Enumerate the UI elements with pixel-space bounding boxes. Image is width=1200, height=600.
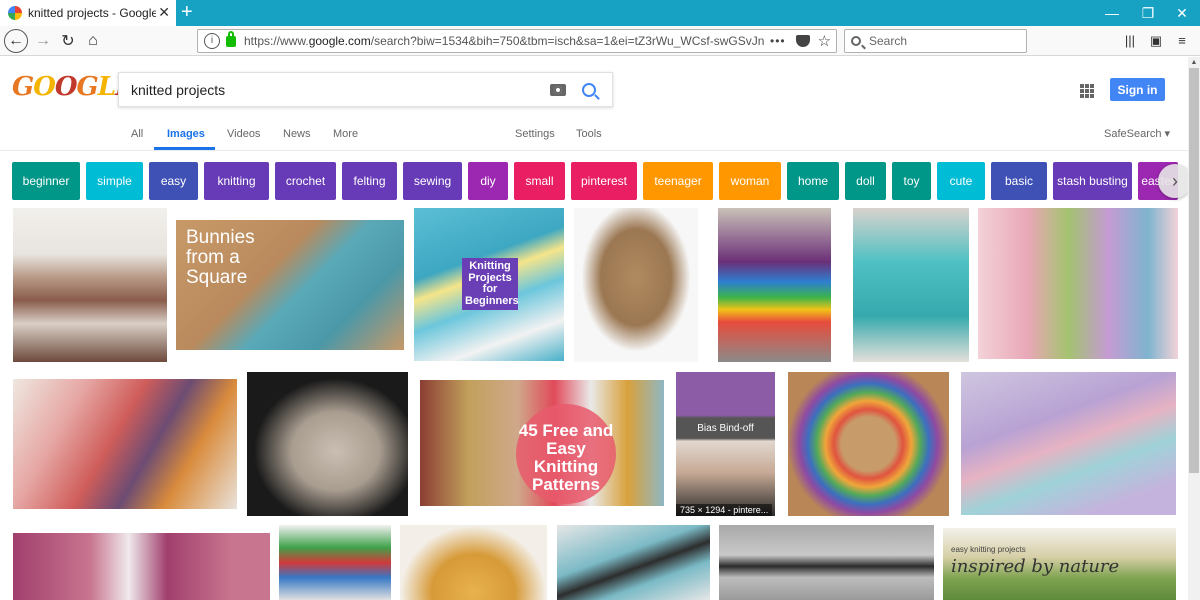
related-search-chip[interactable]: diy (468, 162, 508, 200)
related-search-chip[interactable]: felting (342, 162, 397, 200)
browser-tab[interactable]: knitted projects - Google Search ✕ (0, 0, 176, 26)
reload-button[interactable]: ↻ (57, 30, 79, 52)
address-bar[interactable]: i https://www.google.com/search?biw=1534… (197, 29, 837, 53)
tools-link[interactable]: Tools (576, 128, 602, 140)
search-input[interactable]: knitted projects (118, 72, 613, 107)
apps-grid-icon[interactable] (1080, 84, 1094, 98)
pocket-icon[interactable] (795, 35, 810, 47)
sign-in-button[interactable]: Sign in (1110, 78, 1165, 101)
close-window-icon[interactable]: ✕ (1160, 0, 1200, 26)
related-searches-bar: beginner simple easy knitting crochet felting… (12, 162, 1184, 200)
search-query[interactable]: knitted projects (131, 82, 550, 98)
image-result[interactable] (978, 208, 1178, 359)
close-tab-icon[interactable]: ✕ (158, 4, 170, 21)
library-icon[interactable]: ||| (1122, 33, 1138, 49)
chevron-right-icon[interactable]: › (1158, 164, 1192, 198)
search-icon (851, 36, 861, 46)
image-result[interactable]: easy knitting projects inspired by natur… (943, 528, 1176, 600)
thumb-caption: easy knitting projects (951, 545, 1026, 554)
related-search-chip[interactable]: sewing (403, 162, 462, 200)
image-result[interactable]: Bias Bind-off (676, 372, 775, 516)
related-search-chip[interactable]: small (514, 162, 565, 200)
image-dimensions-badge: 735 × 1294 - pintere... (676, 504, 773, 516)
image-result[interactable] (400, 525, 547, 600)
image-result[interactable] (574, 208, 698, 362)
home-button[interactable]: ⌂ (82, 30, 104, 52)
related-search-chip[interactable]: cute (937, 162, 985, 200)
url-text[interactable]: https://www.google.com/search?biw=1534&b… (244, 34, 764, 48)
search-placeholder: Search (869, 34, 908, 48)
thumb-caption: Bias Bind-off (697, 423, 754, 434)
related-search-chip[interactable]: woman (719, 162, 781, 200)
tab-more[interactable]: More (333, 128, 358, 140)
navigation-toolbar: ← → ↻ ⌂ i https://www.google.com/search?… (0, 26, 1200, 56)
tab-all[interactable]: All (131, 128, 143, 140)
related-search-chip[interactable]: stash busting (1053, 162, 1132, 200)
page-actions-icon[interactable]: ••• (770, 34, 786, 48)
tab-videos[interactable]: Videos (227, 128, 260, 140)
related-search-chip[interactable]: crochet (275, 162, 336, 200)
new-tab-button[interactable]: + (181, 2, 193, 22)
related-search-chip[interactable]: teenager (643, 162, 713, 200)
related-search-chip[interactable]: simple (86, 162, 143, 200)
related-search-chip[interactable]: home (787, 162, 839, 200)
safesearch-dropdown[interactable]: SafeSearch ▾ (1104, 127, 1170, 140)
image-result[interactable] (13, 533, 270, 600)
camera-icon[interactable] (550, 83, 566, 96)
image-result[interactable] (719, 525, 934, 600)
thumb-caption: 45 Free and Easy Knitting Patterns (516, 404, 616, 504)
back-button[interactable]: ← (4, 29, 28, 53)
image-result[interactable] (279, 525, 391, 600)
lock-icon (226, 30, 236, 47)
image-result[interactable]: 45 Free and Easy Knitting Patterns (420, 380, 664, 506)
thumb-caption: Knitting Projects for Beginners (462, 258, 519, 311)
image-result[interactable]: Bunnies from a Square (176, 220, 404, 350)
image-result[interactable] (718, 208, 831, 362)
info-icon[interactable]: i (204, 33, 220, 49)
image-result[interactable] (853, 208, 969, 362)
google-favicon-icon (8, 6, 22, 20)
menu-icon[interactable]: ≡ (1174, 33, 1190, 49)
bookmark-star-icon[interactable]: ☆ (818, 32, 831, 50)
image-result[interactable]: Knitting Projects for Beginners (414, 208, 564, 361)
related-search-chip[interactable]: doll (845, 162, 886, 200)
tab-news[interactable]: News (283, 128, 311, 140)
scroll-up-icon[interactable]: ▲ (1188, 57, 1200, 68)
tab-title: knitted projects - Google Search (28, 6, 156, 20)
related-search-chip[interactable]: basic (991, 162, 1047, 200)
forward-button[interactable]: → (32, 30, 54, 52)
sidebar-icon[interactable]: ▣ (1148, 33, 1164, 49)
thumb-caption: inspired by nature (951, 556, 1120, 577)
related-search-chip[interactable]: beginner (12, 162, 80, 200)
image-result[interactable] (788, 372, 949, 516)
scrollbar-thumb[interactable] (1189, 68, 1199, 473)
image-result[interactable] (961, 372, 1176, 515)
image-result[interactable] (557, 525, 710, 600)
tab-images[interactable]: Images (167, 128, 205, 140)
image-result[interactable] (13, 379, 237, 509)
image-result[interactable] (13, 208, 167, 362)
related-search-chip[interactable]: pinterest (571, 162, 637, 200)
divider (0, 150, 1188, 151)
browser-search-input[interactable]: Search (844, 29, 1027, 53)
search-button-icon[interactable] (582, 82, 596, 97)
settings-link[interactable]: Settings (515, 128, 555, 140)
related-search-chip[interactable]: knitting (204, 162, 269, 200)
related-search-chip[interactable]: easy (149, 162, 198, 200)
google-doodle-logo[interactable]: GOOGLE (12, 72, 135, 108)
image-result[interactable] (247, 372, 408, 516)
thumb-caption: Bunnies from a Square (186, 227, 255, 288)
title-bar: knitted projects - Google Search ✕ + — ❐… (0, 0, 1200, 26)
related-search-chip[interactable]: toy (892, 162, 931, 200)
